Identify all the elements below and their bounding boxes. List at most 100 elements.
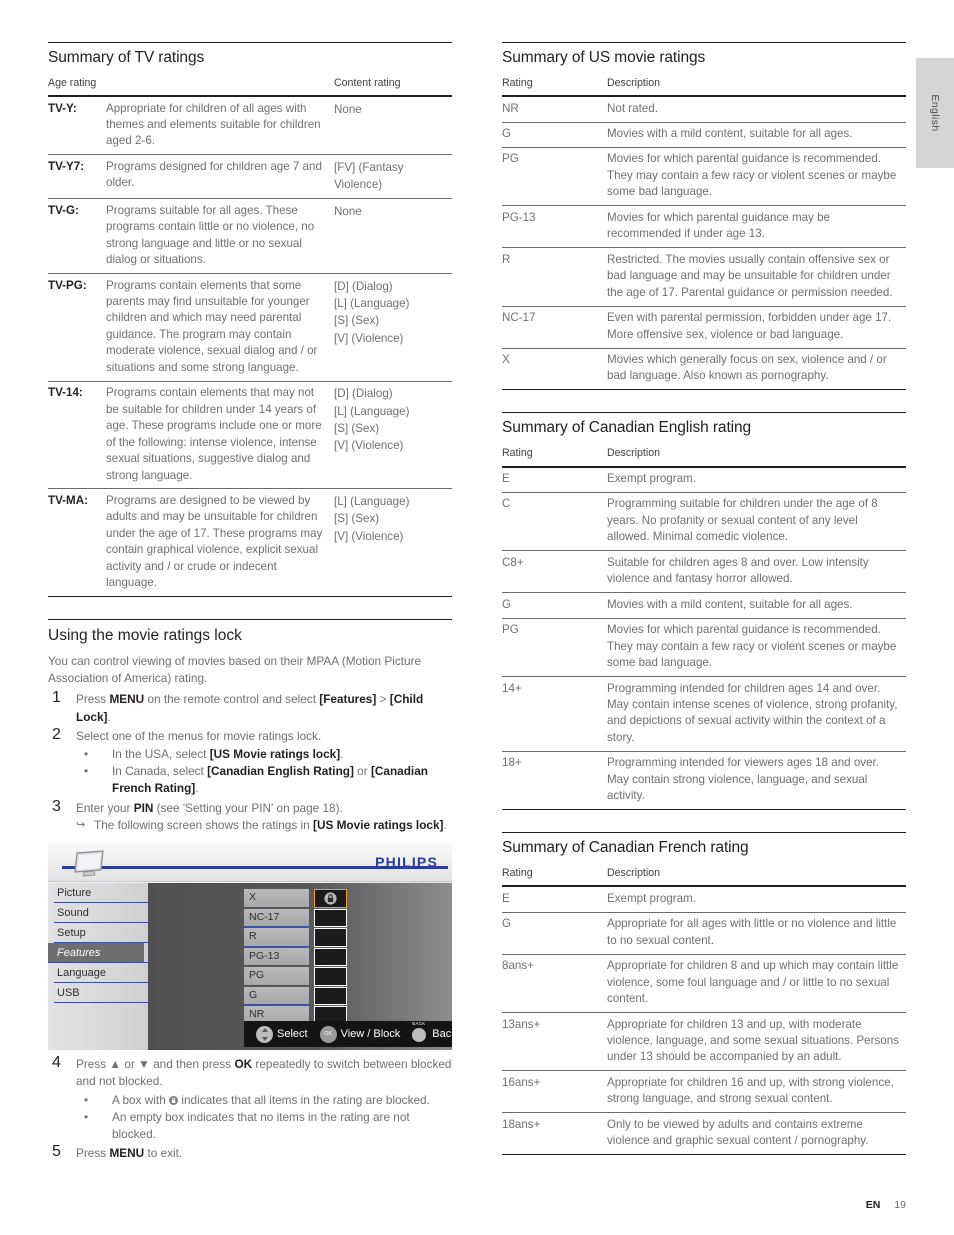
tv-rating-code: TV-MA: [48, 488, 106, 598]
emphasis: [US Movie ratings lock] [313, 817, 444, 832]
step-sublist: • A box with indicates that all items in … [76, 1092, 452, 1144]
left-column: Summary of TV ratings Age rating Content … [48, 42, 453, 1164]
us-movie-rating-description: Movies for which parental guidance is re… [607, 147, 906, 207]
step-number: 5 [52, 1143, 61, 1161]
column-header-age-rating: Age rating [48, 73, 335, 98]
canadian-english-heading: Summary of Canadian English rating [502, 419, 752, 437]
tv-menu-item-usb[interactable]: USB [54, 983, 148, 1004]
canadian-english-rating-description: Exempt program. [607, 466, 906, 493]
tv-rating-row[interactable]: PG-13 [244, 947, 349, 967]
canadian-french-rating-description: Appropriate for all ages with little or … [607, 912, 906, 955]
step-text: Select one of the menus for movie rating… [76, 728, 322, 743]
tv-rating-row[interactable]: G [244, 986, 349, 1006]
tv-rating-block-box[interactable] [314, 928, 347, 947]
tv-rating-label: PG-13 [244, 947, 309, 967]
emphasis: PIN [133, 800, 154, 815]
step-item: 3 Enter your PIN (see 'Setting your PIN' … [48, 797, 452, 834]
table-row: E Exempt program. [502, 466, 906, 493]
tv-rating-block-box[interactable] [314, 947, 347, 967]
bullet-icon: • [84, 1109, 89, 1124]
step-text: Enter your PIN (see 'Setting your PIN' o… [76, 800, 343, 815]
table-row: G Movies with a mild content, suitable fo… [502, 122, 906, 148]
table-row: TV-Y7: Programs designed for children age… [48, 154, 453, 200]
tv-ratings-table: Age rating Content rating TV-Y: Appropriate… [48, 73, 453, 598]
tv-rating-block-box[interactable] [314, 889, 347, 908]
tv-menu-item-language[interactable]: Language [54, 963, 148, 984]
back-button-icon: BACK [412, 1021, 428, 1043]
step-item: 5 Press MENU to exit. [48, 1143, 452, 1162]
lock-icon [324, 892, 337, 905]
table-row: TV-14: Programs contain elements that may… [48, 381, 453, 490]
tv-rating-row[interactable]: X [244, 889, 349, 908]
canadian-english-rating-code: G [502, 592, 607, 619]
tv-osd-ratings-list[interactable]: X NC-17 R PG-13 PG G NR [244, 889, 349, 1026]
table-row: NC-17 Even with parental permission, forb… [502, 306, 906, 349]
table-header-row: Age rating Content rating [48, 73, 453, 98]
table-row: C Programming suitable for children under… [502, 492, 906, 552]
page-footer: EN 19 [866, 1199, 906, 1211]
bullet-icon: • [84, 747, 89, 762]
table-header-row: Rating Description [502, 443, 906, 468]
column-header-description: Description [607, 73, 906, 98]
canadian-french-rating-description: Exempt program. [607, 886, 906, 913]
us-movie-table: Rating Description NR Not rated. G Movies wit… [502, 73, 906, 391]
us-movie-rating-description: Movies for which parental guidance may b… [607, 205, 906, 249]
canadian-french-rating-code: 18ans+ [502, 1112, 607, 1156]
tv-rating-code: TV-G: [48, 198, 106, 275]
tv-menu-item-setup[interactable]: Setup [54, 923, 148, 944]
tv-content-rating: [L] (Language) [S] (Sex) [V] (Violence) [334, 488, 453, 598]
tv-rating-block-box[interactable] [314, 908, 347, 928]
tv-rating-block-box[interactable] [314, 967, 347, 986]
us-movie-rating-description: Movies with a mild content, suitable for… [607, 122, 906, 148]
tv-rating-description: Programs contain elements that may not b… [106, 381, 335, 490]
step-text: Press MENU on the remote control and sel… [76, 692, 424, 724]
table-row: G Movies with a mild content, suitable fo… [502, 592, 906, 619]
canadian-french-rating-description: Appropriate for children 8 and up which … [607, 954, 906, 1014]
table-row: 16ans+ Appropriate for children 16 and up… [502, 1070, 906, 1114]
tv-rating-row[interactable]: PG [244, 967, 349, 986]
lock-icon [169, 1095, 179, 1105]
column-header-description: Description [607, 443, 906, 468]
step-number: 3 [52, 797, 61, 815]
tv-content-rating: None [334, 96, 453, 156]
table-row: NR Not rated. [502, 96, 906, 123]
us-movie-rating-code: NR [502, 96, 607, 123]
ok-button-icon: OK [319, 1025, 337, 1043]
footer-page-number: 19 [894, 1199, 906, 1211]
canadian-french-rating-code: G [502, 912, 607, 955]
arrow-icon: ↪ [76, 818, 86, 831]
us-movie-rating-code: X [502, 348, 607, 391]
tv-osd-menu-list[interactable]: Picture Sound Setup Features Language USB [48, 883, 148, 1051]
table-row: 14+ Programming intended for children age… [502, 676, 906, 752]
table-row: PG-13 Movies for which parental guidance … [502, 205, 906, 249]
movie-lock-steps-top: 1 Press MENU on the remote control and se… [48, 689, 452, 834]
canadian-english-rating-description: Movies with a mild content, suitable for… [607, 592, 906, 619]
tv-rating-label: PG [244, 967, 309, 986]
canadian-english-rating-code: E [502, 466, 607, 493]
table-row: TV-G: Programs suitable for all ages. The… [48, 198, 453, 275]
tv-rating-block-box[interactable] [314, 986, 347, 1006]
table-row: TV-PG: Programs contain elements that som… [48, 273, 453, 382]
canadian-english-rating-code: 14+ [502, 676, 607, 752]
movie-lock-heading: Using the movie ratings lock [48, 627, 242, 645]
canadian-french-table: Rating Description E Exempt program. G Approp… [502, 863, 906, 1156]
canadian-french-rating-description: Only to be viewed by adults and contains… [607, 1112, 906, 1156]
tv-rating-label: NC-17 [244, 908, 309, 928]
tv-menu-item-picture[interactable]: Picture [54, 883, 148, 904]
step-number: 4 [52, 1054, 61, 1072]
tv-rating-row[interactable]: R [244, 928, 349, 947]
canadian-french-heading: Summary of Canadian French rating [502, 839, 749, 857]
philips-logo: PHILIPS [375, 854, 438, 871]
tv-menu-item-sound[interactable]: Sound [54, 903, 148, 924]
table-row: 18ans+ Only to be viewed by adults and co… [502, 1112, 906, 1156]
canadian-french-rating-code: 8ans+ [502, 954, 607, 1014]
step-sublist: • In the USA, select [US Movie ratings lo… [76, 746, 452, 798]
us-movie-rating-code: NC-17 [502, 306, 607, 349]
canadian-french-rating-code: 13ans+ [502, 1012, 607, 1072]
tv-menu-item-features[interactable]: Features [48, 943, 148, 964]
tv-rating-row[interactable]: NC-17 [244, 908, 349, 928]
emphasis: MENU [109, 1146, 145, 1161]
